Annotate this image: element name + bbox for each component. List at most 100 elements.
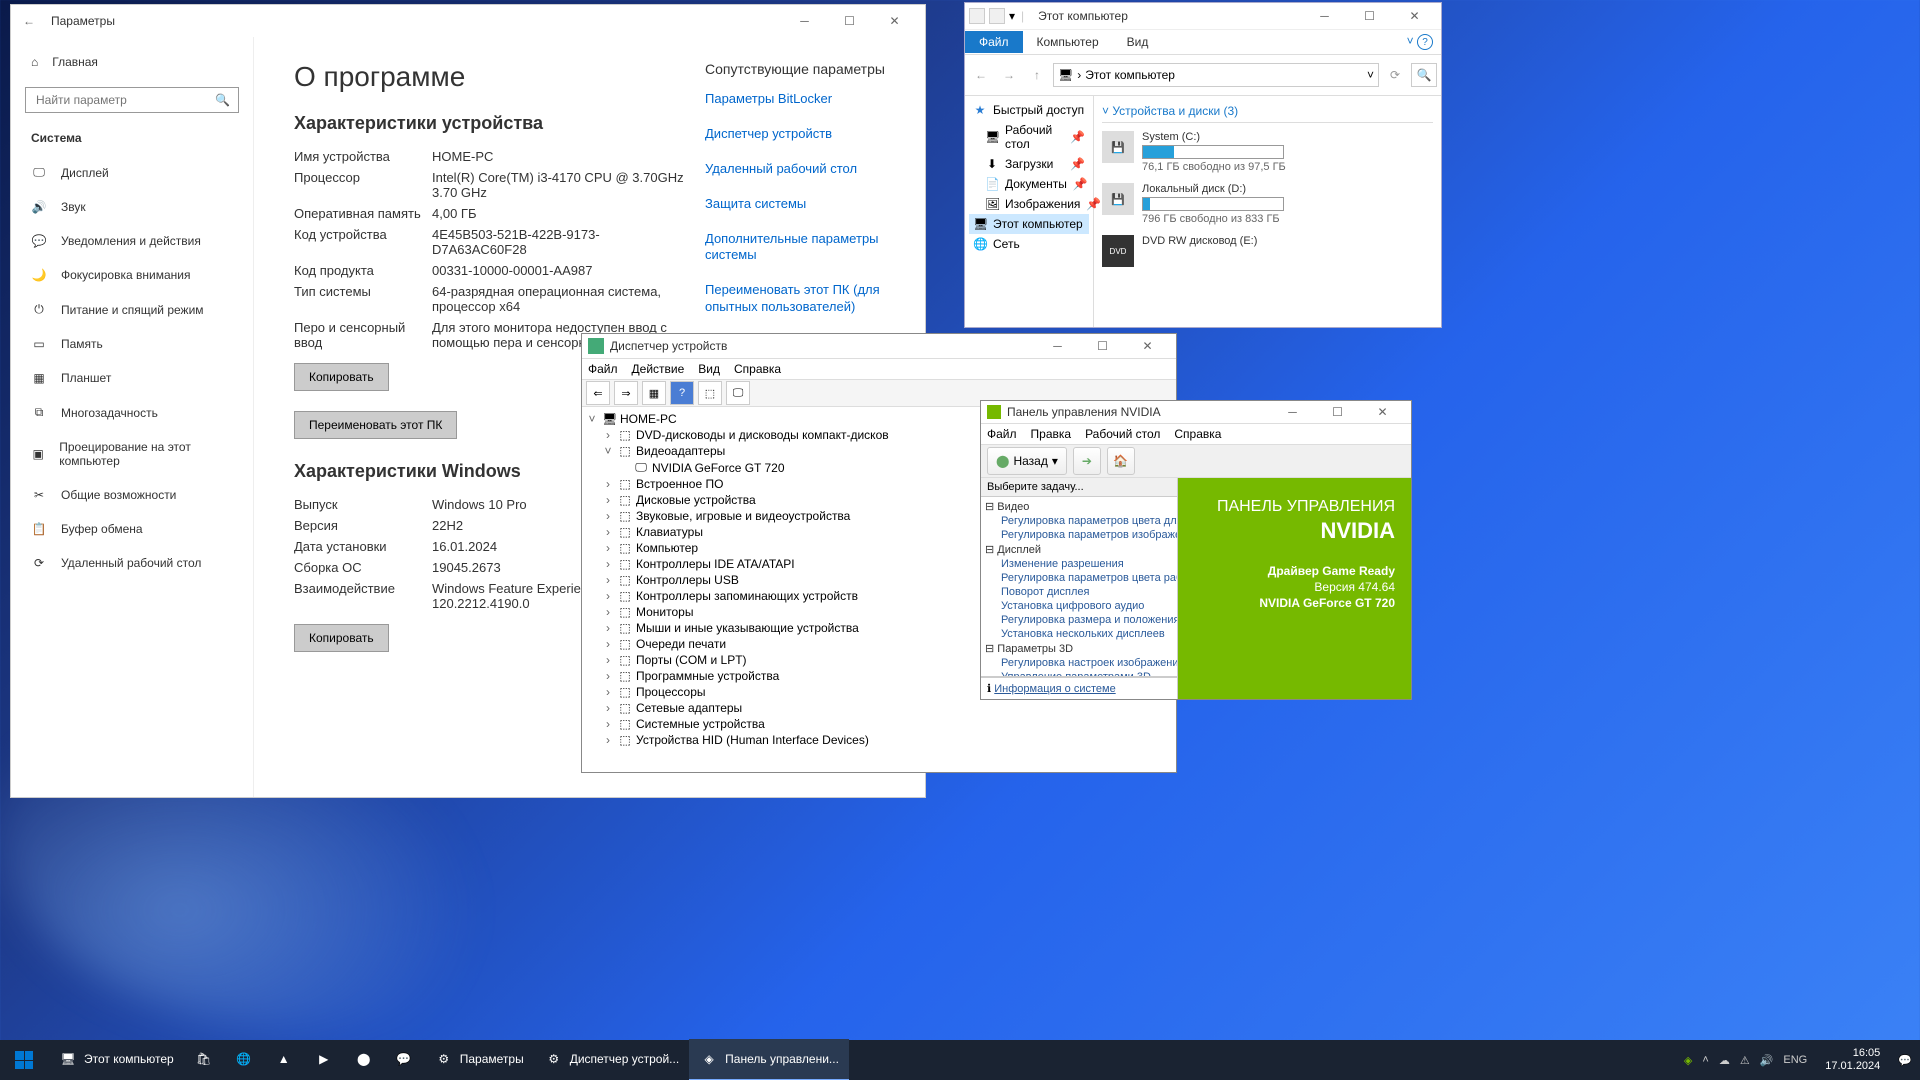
maximize-button[interactable]: ☐ [1080, 330, 1125, 362]
taskbar-item[interactable]: 🖥Этот компьютер [48, 1039, 184, 1079]
menu-edit[interactable]: Правка [1031, 427, 1072, 441]
menu-help[interactable]: Справка [734, 362, 781, 376]
nv-task-item[interactable]: Регулировка размера и положения ра [983, 613, 1175, 627]
taskbar-item[interactable]: ⬤ [344, 1039, 384, 1079]
tree-quick-access[interactable]: ★Быстрый доступ [969, 100, 1089, 120]
nv-cat-video[interactable]: ⊟ Видео [983, 499, 1175, 514]
tb-fwd[interactable]: ⇒ [614, 381, 638, 405]
close-button[interactable]: ✕ [1125, 330, 1170, 362]
notifications-icon[interactable]: 💬 [1898, 1054, 1912, 1067]
nav-item[interactable]: ✂Общие возможности [11, 478, 253, 512]
volume-icon[interactable]: 🔊 [1760, 1054, 1774, 1067]
start-button[interactable] [0, 1040, 48, 1080]
tree-network[interactable]: 🌐Сеть [969, 234, 1089, 254]
tree-this-pc[interactable]: 🖥Этот компьютер [969, 214, 1089, 234]
nv-task-item[interactable]: Установка нескольких дисплеев [983, 627, 1175, 641]
tb-prop[interactable]: ▦ [642, 381, 666, 405]
copy-button[interactable]: Копировать [294, 363, 389, 391]
nav-item[interactable]: ▣Проецирование на этот компьютер [11, 430, 253, 478]
network-icon[interactable]: ⚠ [1740, 1054, 1750, 1067]
related-link[interactable]: Диспетчер устройств [705, 126, 885, 143]
taskbar-item[interactable]: 💬 [384, 1039, 424, 1079]
tree-item[interactable]: ⬇Загрузки📌 [969, 154, 1089, 174]
related-link[interactable]: Параметры BitLocker [705, 91, 885, 108]
nav-up[interactable]: ↑ [1025, 68, 1049, 82]
search-input[interactable] [34, 92, 215, 108]
minimize-button[interactable]: ─ [1035, 330, 1080, 362]
tb-back[interactable]: ⇐ [586, 381, 610, 405]
tray-chevron[interactable]: ˄ [1702, 1054, 1708, 1066]
copy-button-2[interactable]: Копировать [294, 624, 389, 652]
nav-item[interactable]: 🖵Дисплей [11, 155, 253, 190]
lang-indicator[interactable]: ENG [1783, 1054, 1807, 1066]
nv-task-item[interactable]: Поворот дисплея [983, 585, 1175, 599]
rename-button[interactable]: Переименовать этот ПК [294, 411, 457, 439]
tab-view[interactable]: Вид [1113, 31, 1163, 53]
section-devices[interactable]: ˅ Устройства и диски (3) [1102, 104, 1433, 123]
qat-dropdown[interactable]: ▾ [1009, 9, 1015, 23]
minimize-button[interactable]: ─ [782, 5, 827, 37]
taskbar-item[interactable]: ⚙Параметры [424, 1039, 534, 1079]
nav-item[interactable]: ▦Планшет [11, 361, 253, 395]
nav-item[interactable]: 📋Буфер обмена [11, 512, 253, 546]
nav-item[interactable]: 🔊Звук [11, 190, 253, 224]
nav-item[interactable]: ▭Память [11, 327, 253, 361]
refresh-button[interactable]: ⟳ [1383, 68, 1407, 82]
ribbon-collapse[interactable]: ˅ ? [1407, 34, 1441, 51]
taskbar-item[interactable]: 🛍 [184, 1039, 224, 1079]
nv-task-item[interactable]: Управление параметрами 3D [983, 670, 1175, 677]
related-link[interactable]: Дополнительные параметры системы [705, 231, 885, 265]
tree-item[interactable]: 📄Документы📌 [969, 174, 1089, 194]
nv-cat-display[interactable]: ⊟ Дисплей [983, 542, 1175, 557]
nav-item[interactable]: 💬Уведомления и действия [11, 224, 253, 258]
path-dropdown[interactable]: ˅ [1367, 68, 1374, 82]
related-link[interactable]: Защита системы [705, 196, 885, 213]
onedrive-icon[interactable]: ☁ [1719, 1054, 1730, 1067]
qat-icon[interactable] [969, 8, 985, 24]
system-info-link[interactable]: Информация о системе [994, 683, 1115, 695]
menu-desktop[interactable]: Рабочий стол [1085, 427, 1160, 441]
nv-cat-3d[interactable]: ⊟ Параметры 3D [983, 641, 1175, 656]
clock[interactable]: 16:05 17.01.2024 [1817, 1047, 1888, 1073]
nv-task-item[interactable]: Изменение разрешения [983, 557, 1175, 571]
search-box[interactable]: 🔍 [1411, 63, 1437, 87]
nav-item[interactable]: 🌙Фокусировка внимания [11, 258, 253, 292]
nav-fwd[interactable]: → [997, 68, 1021, 82]
nv-home-button[interactable]: 🏠 [1107, 447, 1135, 475]
menu-view[interactable]: Вид [698, 362, 720, 376]
drive-dvd[interactable]: DVD DVD RW дисковод (E:) [1102, 235, 1433, 267]
tb-scan[interactable]: ⬚ [698, 381, 722, 405]
nav-search[interactable]: 🔍 [25, 87, 239, 113]
nv-back-button[interactable]: ⬤Назад▾ [987, 447, 1067, 475]
device-category[interactable]: ›⬚Системные устройства [586, 716, 1172, 732]
drive-item[interactable]: 💾Локальный диск (D:)796 ГБ свободно из 8… [1102, 183, 1433, 225]
nv-task-item[interactable]: Регулировка параметров цвета для в [983, 514, 1175, 528]
taskbar-item[interactable]: ▶ [304, 1039, 344, 1079]
nav-home[interactable]: ⌂ Главная [11, 45, 253, 79]
qat-icon[interactable] [989, 8, 1005, 24]
maximize-button[interactable]: ☐ [827, 5, 872, 37]
tb-refresh[interactable]: 🖵 [726, 381, 750, 405]
tab-file[interactable]: Файл [965, 31, 1023, 53]
related-link[interactable]: Переименовать этот ПК (для опытных польз… [705, 282, 885, 316]
device-category[interactable]: ›⬚Устройства HID (Human Interface Device… [586, 732, 1172, 748]
device-category[interactable]: ›⬚Сетевые адаптеры [586, 700, 1172, 716]
taskbar-item[interactable]: ▲ [264, 1039, 304, 1079]
close-button[interactable]: ✕ [1392, 0, 1437, 32]
related-link[interactable]: Удаленный рабочий стол [705, 161, 885, 178]
tree-item[interactable]: 🖥Рабочий стол📌 [969, 120, 1089, 154]
nv-task-item[interactable]: Регулировка параметров изображен [983, 528, 1175, 542]
nvidia-tray-icon[interactable]: ◈ [1684, 1054, 1692, 1067]
nv-task-item[interactable]: Регулировка параметров цвета рабо [983, 571, 1175, 585]
nv-task-item[interactable]: Регулировка настроек изображения [983, 656, 1175, 670]
menu-help[interactable]: Справка [1174, 427, 1221, 441]
taskbar-item[interactable]: ⚙Диспетчер устрой... [534, 1039, 689, 1079]
drive-item[interactable]: 💾System (C:)76,1 ГБ свободно из 97,5 ГБ [1102, 131, 1433, 173]
menu-action[interactable]: Действие [632, 362, 685, 376]
nv-fwd-button[interactable]: ➔ [1073, 447, 1101, 475]
nav-back[interactable]: ← [969, 68, 993, 82]
tree-item[interactable]: 🖼Изображения📌 [969, 194, 1089, 214]
minimize-button[interactable]: ─ [1302, 0, 1347, 32]
close-button[interactable]: ✕ [872, 5, 917, 37]
nav-item[interactable]: ⧉Многозадачность [11, 395, 253, 430]
